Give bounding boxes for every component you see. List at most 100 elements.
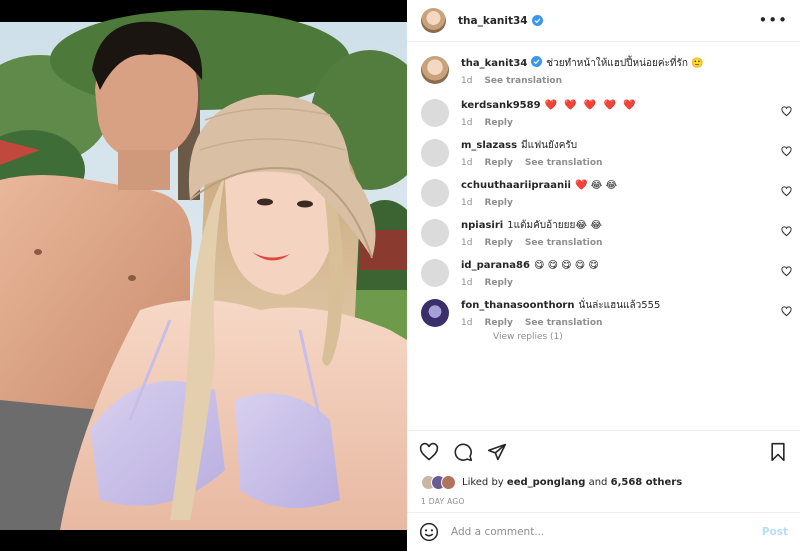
comment-username[interactable]: id_parana86 xyxy=(461,260,530,271)
comment-text: 😋 😋 😋 😋 😋 xyxy=(533,260,599,271)
comment-line: m_slazass มีแฟนยังครับ xyxy=(461,138,786,154)
caption-line: tha_kanit34 ช่วยทำหน้าให้แฮปปี้หน่อยค่ะที… xyxy=(461,56,786,72)
commenter-avatar[interactable] xyxy=(421,179,449,207)
comment-line: npiasiri 1แต้มคับอ้ายยย😂 😂 xyxy=(461,218,786,234)
like-heart-icon[interactable] xyxy=(419,442,439,462)
comment-text: ❤️ ❤️ ❤️ ❤️ ❤️ xyxy=(544,100,638,111)
author-username[interactable]: tha_kanit34 xyxy=(458,15,528,27)
reply-link[interactable]: Reply xyxy=(484,198,512,208)
like-comment-heart-icon[interactable] xyxy=(781,266,792,277)
like-comment-heart-icon[interactable] xyxy=(781,226,792,237)
commenter-avatar[interactable] xyxy=(421,299,449,327)
comment-body: m_slazass มีแฟนยังครับ 1d Reply See trans… xyxy=(461,138,786,168)
comment-item: m_slazass มีแฟนยังครับ 1d Reply See trans… xyxy=(407,138,800,168)
comment-meta: 1d Reply See translation xyxy=(461,238,786,248)
comment-username[interactable]: m_slazass xyxy=(461,140,517,151)
caption-body: tha_kanit34 ช่วยทำหน้าให้แฮปปี้หน่อยค่ะที… xyxy=(461,56,786,86)
comment-text: นั่นล่ะแฮนแล้ว555 xyxy=(578,300,661,311)
comment-item: npiasiri 1แต้มคับอ้ายยย😂 😂 1d Reply See t… xyxy=(407,218,800,248)
share-send-icon[interactable] xyxy=(487,442,507,462)
post-actions: Liked by eed_ponglang and 6,568 others 1… xyxy=(407,430,800,506)
like-comment-heart-icon[interactable] xyxy=(781,306,792,317)
see-translation-link[interactable]: See translation xyxy=(525,238,603,248)
add-comment-bar: Post xyxy=(407,512,800,551)
comment-body: fon_thanasoonthorn นั่นล่ะแฮนแล้ว555 1d R… xyxy=(461,298,786,328)
comment-username[interactable]: npiasiri xyxy=(461,220,503,231)
liked-by-prefix: Liked by xyxy=(462,476,504,488)
reply-link[interactable]: Reply xyxy=(484,318,512,328)
post-photo[interactable] xyxy=(0,0,407,551)
liked-by-others[interactable]: 6,568 others xyxy=(611,477,683,488)
post-header: tha_kanit34 ••• xyxy=(407,0,800,42)
commenter-avatar[interactable] xyxy=(421,219,449,247)
comment-line: fon_thanasoonthorn นั่นล่ะแฮนแล้ว555 xyxy=(461,298,786,314)
caption-time: 1d xyxy=(461,76,473,86)
comment-item: kerdsank9589 ❤️ ❤️ ❤️ ❤️ ❤️ 1d Reply xyxy=(407,98,800,128)
comment-line: kerdsank9589 ❤️ ❤️ ❤️ ❤️ ❤️ xyxy=(461,98,786,114)
comment-item: id_parana86 😋 😋 😋 😋 😋 1d Reply xyxy=(407,258,800,288)
liked-by-and: and xyxy=(588,476,608,488)
comment-meta: 1d Reply xyxy=(461,198,786,208)
commenter-avatar[interactable] xyxy=(421,99,449,127)
verified-badge-icon xyxy=(531,56,543,67)
comment-meta: 1d Reply See translation xyxy=(461,318,786,328)
comment-username[interactable]: cchuuthaariipraanii xyxy=(461,180,571,191)
comment-bubble-icon[interactable] xyxy=(453,442,473,462)
caption-meta: 1d See translation xyxy=(461,76,786,86)
comment-meta: 1d Reply xyxy=(461,118,786,128)
caption: tha_kanit34 ช่วยทำหน้าให้แฮปปี้หน่อยค่ะที… xyxy=(407,56,800,86)
post-side-panel: tha_kanit34 ••• tha_kanit34 ช่วยทำหน้าให้… xyxy=(407,0,800,551)
comment-line: cchuuthaariipraanii ❤️ 😂 😂 xyxy=(461,178,786,194)
comment-meta: 1d Reply xyxy=(461,278,786,288)
post-date: 1 DAY AGO xyxy=(421,497,465,506)
likes-summary: Liked by eed_ponglang and 6,568 others xyxy=(407,473,800,491)
more-horizontal-icon[interactable]: ••• xyxy=(758,13,788,28)
post-comment-button[interactable]: Post xyxy=(762,526,788,538)
reply-link[interactable]: Reply xyxy=(484,158,512,168)
comments-list[interactable]: tha_kanit34 ช่วยทำหน้าให้แฮปปี้หน่อยค่ะที… xyxy=(407,42,800,430)
beach-selfie-photo xyxy=(0,0,407,551)
liker-avatar xyxy=(441,474,456,490)
comment-body: id_parana86 😋 😋 😋 😋 😋 1d Reply xyxy=(461,258,786,288)
reply-link[interactable]: Reply xyxy=(484,118,512,128)
reply-link[interactable]: Reply xyxy=(484,238,512,248)
emoji-smiley-icon[interactable] xyxy=(419,522,439,542)
commenter-avatar[interactable] xyxy=(421,139,449,167)
caption-username[interactable]: tha_kanit34 xyxy=(461,58,527,69)
instagram-post-modal: tha_kanit34 ••• tha_kanit34 ช่วยทำหน้าให้… xyxy=(0,0,800,551)
comment-text: ❤️ 😂 😂 xyxy=(574,180,618,191)
see-translation-link[interactable]: See translation xyxy=(484,76,562,86)
comment-text: 1แต้มคับอ้ายยย😂 😂 xyxy=(507,220,602,231)
comment-body: npiasiri 1แต้มคับอ้ายยย😂 😂 1d Reply See t… xyxy=(461,218,786,248)
comment-meta: 1d Reply See translation xyxy=(461,158,786,168)
comment-item: fon_thanasoonthorn นั่นล่ะแฮนแล้ว555 1d R… xyxy=(407,298,800,328)
reply-link[interactable]: Reply xyxy=(484,278,512,288)
comment-item: cchuuthaariipraanii ❤️ 😂 😂 1d Reply xyxy=(407,178,800,208)
comment-username[interactable]: fon_thanasoonthorn xyxy=(461,300,575,311)
comment-time: 1d xyxy=(461,118,473,128)
comment-time: 1d xyxy=(461,278,473,288)
caption-avatar[interactable] xyxy=(421,56,449,84)
comment-text: มีแฟนยังครับ xyxy=(521,140,578,151)
comment-body: kerdsank9589 ❤️ ❤️ ❤️ ❤️ ❤️ 1d Reply xyxy=(461,98,786,128)
see-translation-link[interactable]: See translation xyxy=(525,318,603,328)
liker-avatars xyxy=(421,474,456,490)
comment-input[interactable] xyxy=(451,526,762,538)
see-translation-link[interactable]: See translation xyxy=(525,158,603,168)
comment-time: 1d xyxy=(461,318,473,328)
comment-username[interactable]: kerdsank9589 xyxy=(461,100,541,111)
view-replies-link[interactable]: View replies (1) xyxy=(493,332,800,342)
comment-time: 1d xyxy=(461,158,473,168)
like-comment-heart-icon[interactable] xyxy=(781,106,792,117)
liked-by-user[interactable]: eed_ponglang xyxy=(507,477,585,488)
action-icons xyxy=(407,431,800,473)
commenter-avatar[interactable] xyxy=(421,259,449,287)
verified-badge-icon xyxy=(531,15,543,26)
comment-body: cchuuthaariipraanii ❤️ 😂 😂 1d Reply xyxy=(461,178,786,208)
comment-time: 1d xyxy=(461,198,473,208)
like-comment-heart-icon[interactable] xyxy=(781,146,792,157)
like-comment-heart-icon[interactable] xyxy=(781,186,792,197)
author-avatar[interactable] xyxy=(421,8,446,33)
save-bookmark-icon[interactable] xyxy=(768,442,788,462)
comment-line: id_parana86 😋 😋 😋 😋 😋 xyxy=(461,258,786,274)
